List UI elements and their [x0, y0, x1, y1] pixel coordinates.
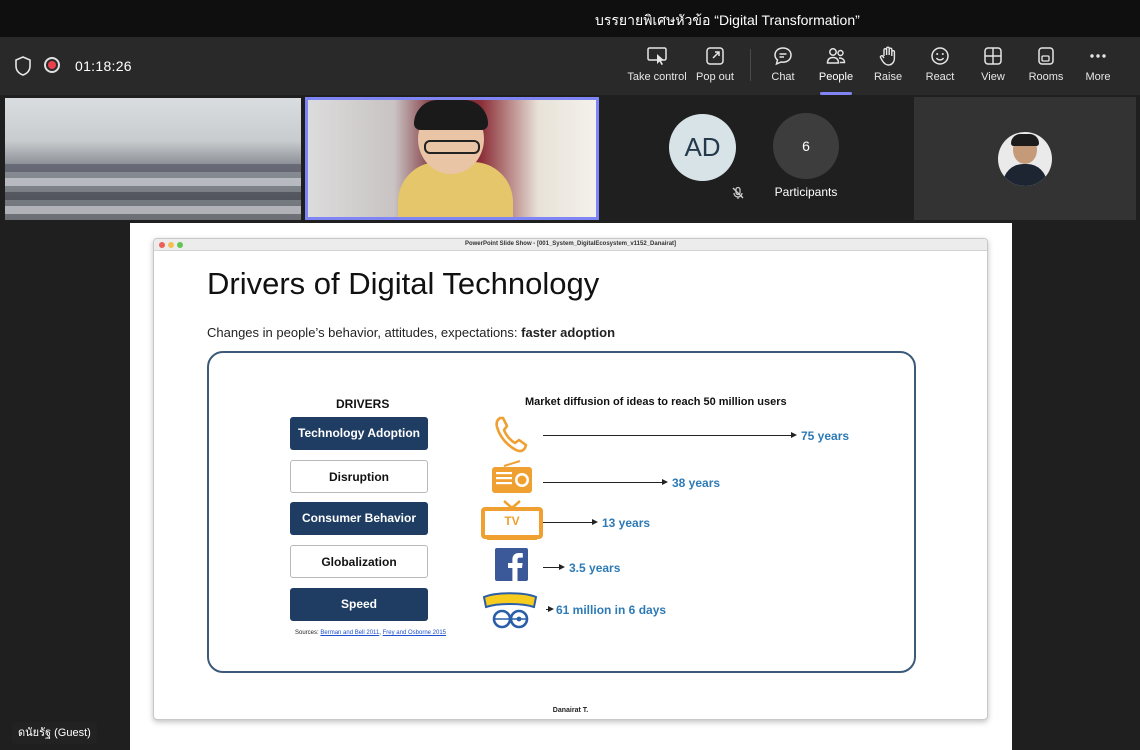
arrow-facebook — [543, 564, 565, 570]
title-bar: บรรยายพิเศษหัวข้อ “Digital Transformatio… — [0, 0, 1140, 37]
slide-subtitle: Changes in people’s behavior, attitudes,… — [207, 325, 615, 340]
slide-footer-author: Danairat T. — [552, 707, 589, 714]
pop-out-label: Pop out — [696, 71, 734, 83]
pop-out-icon — [706, 47, 724, 65]
avatar-hair — [1011, 134, 1039, 146]
driver-disruption: Disruption — [290, 460, 428, 493]
market-diffusion-heading: Market diffusion of ideas to reach 50 mi… — [525, 396, 787, 408]
participant-photo-avatar — [998, 132, 1052, 186]
classroom-video-tile[interactable] — [5, 98, 301, 220]
people-icon — [826, 48, 846, 64]
sources-prefix: Sources: — [295, 630, 321, 636]
driver-globalization: Globalization — [290, 545, 428, 578]
pop-out-button[interactable]: Pop out — [694, 45, 736, 89]
speaker-video-tile[interactable] — [305, 97, 599, 220]
chat-button[interactable]: Chat — [766, 45, 800, 89]
recording-icon — [44, 57, 60, 73]
arrow-telephone — [543, 432, 797, 438]
driver-consumer-behavior: Consumer Behavior — [290, 502, 428, 535]
participants-label: Participants — [774, 185, 838, 199]
pokemon-go-logo-icon — [482, 592, 538, 629]
driver-technology-adoption: Technology Adoption — [290, 417, 428, 450]
view-button[interactable]: View — [979, 45, 1007, 89]
television-icon: TV — [481, 499, 543, 541]
classroom-row-shade — [5, 192, 301, 200]
take-control-label: Take control — [627, 71, 687, 83]
react-label: React — [925, 71, 955, 83]
speaker-glasses — [424, 140, 480, 154]
radio-icon — [492, 460, 532, 493]
drivers-panel: DRIVERS Technology Adoption Disruption C… — [207, 351, 916, 673]
smiley-icon — [931, 47, 949, 65]
powerpoint-title: PowerPoint Slide Show - [001_System_Digi… — [464, 241, 677, 247]
view-label: View — [981, 71, 1005, 83]
people-button[interactable]: People — [818, 45, 854, 95]
value-pokemon-go: 61 million in 6 days — [556, 603, 667, 617]
arrow-pokemon-go — [546, 606, 554, 612]
raise-label: Raise — [873, 71, 903, 83]
meeting-timer: 01:18:26 — [75, 58, 132, 74]
mic-off-icon — [732, 186, 744, 199]
slide-subtitle-bold: faster adoption — [521, 325, 616, 340]
rooms-label: Rooms — [1028, 71, 1064, 83]
grid-view-icon — [984, 47, 1002, 65]
telephone-icon — [495, 416, 528, 453]
arrow-tv — [543, 519, 598, 525]
raise-hand-button[interactable]: Raise — [873, 45, 903, 89]
slide-heading: Drivers of Digital Technology — [207, 266, 600, 301]
slide-subtitle-text: Changes in people’s behavior, attitudes,… — [207, 325, 522, 340]
rooms-button[interactable]: Rooms — [1028, 45, 1064, 89]
driver-speed: Speed — [290, 588, 428, 621]
chat-label: Chat — [771, 71, 795, 83]
arrow-radio — [543, 479, 668, 485]
classroom-row-shade — [5, 164, 301, 172]
toolbar-divider — [750, 49, 751, 81]
more-label: More — [1085, 71, 1111, 83]
value-telephone: 75 years — [801, 429, 850, 443]
powerpoint-titlebar: PowerPoint Slide Show - [001_System_Digi… — [154, 239, 987, 251]
classroom-row-shade — [5, 206, 301, 214]
people-label: People — [818, 71, 854, 83]
breakout-rooms-icon — [1038, 47, 1054, 65]
take-control-icon — [647, 47, 667, 65]
sources-note: Sources: Berman and Bell 2011, Frey and … — [295, 630, 446, 636]
powerpoint-window: PowerPoint Slide Show - [001_System_Digi… — [153, 238, 988, 720]
value-radio: 38 years — [672, 476, 721, 490]
raise-hand-icon — [879, 46, 896, 66]
meeting-title: บรรยายพิเศษหัวข้อ “Digital Transformatio… — [595, 12, 860, 28]
more-button[interactable]: More — [1083, 45, 1113, 89]
take-control-button[interactable]: Take control — [626, 45, 688, 89]
participant-count-button[interactable]: 6 — [773, 113, 839, 179]
drivers-heading: DRIVERS — [336, 397, 390, 411]
tv-label: TV — [504, 514, 520, 528]
react-button[interactable]: React — [925, 45, 955, 89]
source-link-frey[interactable]: Frey and Osborne 2015 — [383, 630, 446, 636]
classroom-row-shade — [5, 178, 301, 186]
guest-name-tag: ดนัยรัฐ (Guest) — [12, 722, 97, 744]
chat-icon — [774, 47, 792, 66]
more-dots-icon — [1090, 54, 1106, 58]
avatar-suit — [1003, 164, 1047, 186]
value-facebook: 3.5 years — [569, 561, 621, 575]
shield-icon — [15, 56, 31, 76]
source-link-berman[interactable]: Berman and Bell 2011 — [320, 630, 379, 636]
participant-avatar-ad[interactable]: AD — [669, 114, 736, 181]
value-tv: 13 years — [602, 516, 651, 530]
meeting-toolbar: 01:18:26 Take control Pop out Chat Peopl… — [0, 37, 1140, 95]
shared-screen[interactable]: PowerPoint Slide Show - [001_System_Digi… — [130, 223, 1012, 750]
facebook-icon — [495, 548, 528, 581]
speaker-hair — [414, 100, 488, 130]
participant-video-tile[interactable] — [914, 97, 1136, 220]
